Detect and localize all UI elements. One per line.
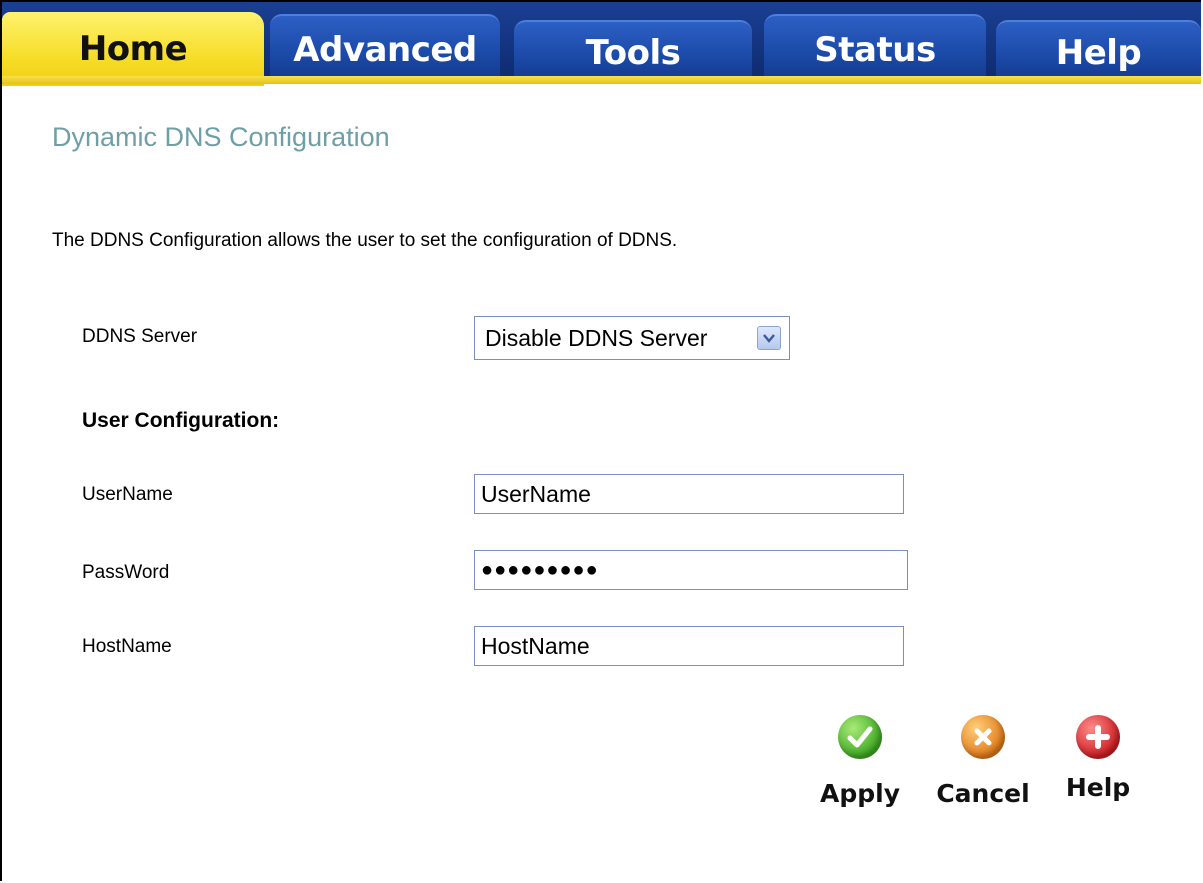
close-icon (961, 715, 1005, 759)
tab-home[interactable]: Home (2, 12, 264, 86)
user-configuration-heading: User Configuration: (82, 409, 280, 432)
plus-icon (1076, 715, 1120, 759)
tab-tools[interactable]: Tools (514, 20, 752, 84)
cancel-button[interactable]: Cancel (936, 715, 1030, 808)
chevron-down-icon[interactable] (757, 326, 781, 350)
cancel-label: Cancel (936, 779, 1030, 808)
help-button[interactable]: Help (1053, 715, 1143, 802)
top-nav-tabs: Home Advanced Tools Status Help (2, 2, 1201, 86)
tab-advanced[interactable]: Advanced (270, 14, 500, 84)
tab-underline (2, 76, 1201, 84)
username-label: UserName (82, 484, 173, 505)
page-description: The DDNS Configuration allows the user t… (52, 230, 678, 251)
password-label: PassWord (82, 562, 170, 583)
password-input[interactable]: ●●●●●●●●● (474, 550, 908, 590)
apply-button[interactable]: Apply (815, 715, 905, 808)
apply-label: Apply (819, 779, 900, 808)
ddns-server-label: DDNS Server (82, 326, 198, 347)
hostname-label: HostName (82, 636, 172, 657)
checkmark-icon (838, 715, 882, 759)
ddns-server-selected-value: Disable DDNS Server (485, 324, 708, 351)
tab-help[interactable]: Help (996, 20, 1201, 84)
tab-status[interactable]: Status (764, 14, 986, 84)
help-label: Help (1065, 773, 1131, 802)
hostname-input[interactable]: HostName (474, 626, 904, 666)
ddns-server-select[interactable]: Disable DDNS Server (474, 316, 790, 360)
page-title: Dynamic DNS Configuration (52, 122, 390, 152)
username-input[interactable]: UserName (474, 474, 904, 514)
